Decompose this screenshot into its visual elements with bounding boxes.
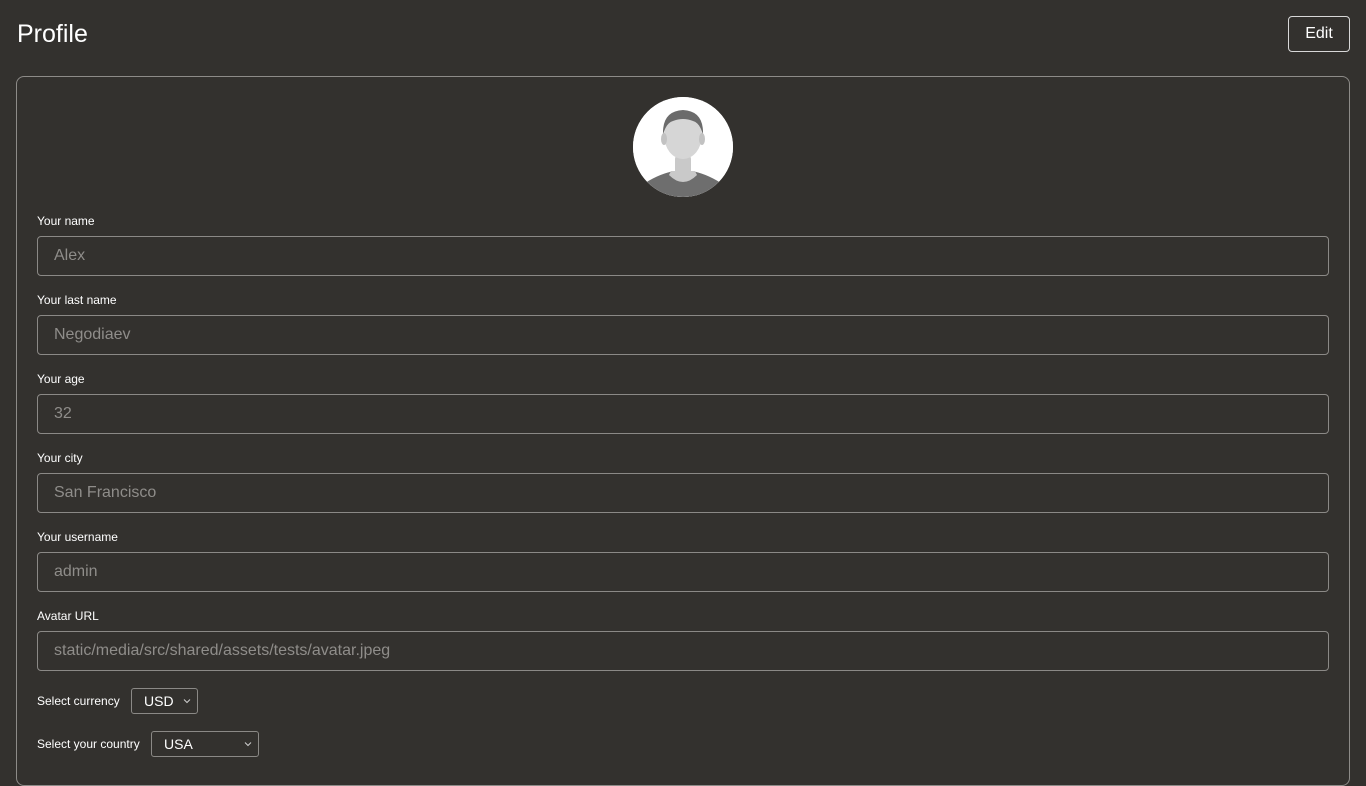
page-header: Profile Edit	[0, 0, 1366, 70]
last-name-label: Your last name	[37, 293, 117, 307]
edit-button[interactable]: Edit	[1288, 16, 1350, 52]
avatar-url-label: Avatar URL	[37, 609, 99, 623]
country-selected-value: USA	[164, 736, 193, 752]
age-field[interactable]	[37, 394, 1329, 434]
country-label: Select your country	[37, 737, 140, 751]
name-field[interactable]	[37, 236, 1329, 276]
country-select[interactable]: USA	[151, 731, 259, 757]
page-title: Profile	[17, 20, 88, 48]
username-label: Your username	[37, 530, 118, 544]
currency-selected-value: USD	[144, 693, 174, 709]
city-field[interactable]	[37, 473, 1329, 513]
city-label: Your city	[37, 451, 83, 465]
chevron-down-icon	[244, 742, 252, 747]
currency-select[interactable]: USD	[131, 688, 198, 714]
user-avatar-icon	[633, 97, 733, 197]
chevron-down-icon	[183, 699, 191, 704]
name-label: Your name	[37, 214, 95, 228]
avatar	[633, 97, 733, 197]
last-name-field[interactable]	[37, 315, 1329, 355]
avatar-url-field[interactable]	[37, 631, 1329, 671]
username-field[interactable]	[37, 552, 1329, 592]
age-label: Your age	[37, 372, 85, 386]
currency-label: Select currency	[37, 694, 120, 708]
